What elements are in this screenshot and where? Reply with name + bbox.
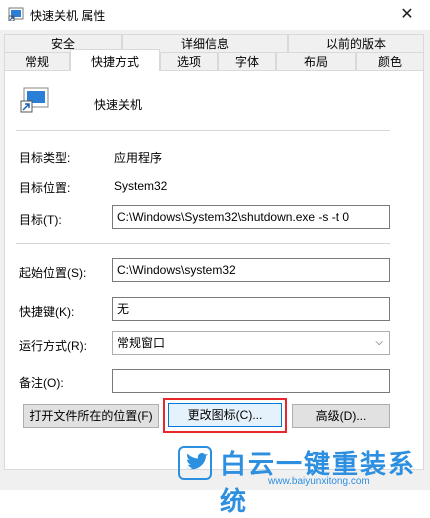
tab-row-bottom: 常规 快捷方式 选项 字体 布局 颜色: [4, 49, 424, 71]
run-select[interactable]: 常规窗口 ⌵: [112, 331, 390, 355]
chevron-down-icon: ⌵: [375, 337, 383, 348]
watermark: 白云一键重装系统 www.baiyunxitong.com: [178, 444, 430, 516]
open-file-location-button[interactable]: 打开文件所在的位置(F): [23, 404, 159, 428]
watermark-url: www.baiyunxitong.com: [268, 476, 370, 487]
close-button[interactable]: ✕: [384, 0, 430, 30]
target-label: 目标(T):: [19, 213, 62, 227]
tab-row-top: 安全 详细信息 以前的版本: [4, 34, 424, 52]
comment-label: 备注(O):: [19, 376, 64, 390]
tab-shortcut[interactable]: 快捷方式: [70, 49, 160, 71]
tab-previous-versions[interactable]: 以前的版本: [288, 34, 424, 52]
hotkey-input[interactable]: 无: [112, 297, 390, 321]
tab-font[interactable]: 字体: [218, 52, 276, 70]
window-title: 快速关机 属性: [30, 9, 106, 23]
target-input[interactable]: C:\Windows\System32\shutdown.exe -s -t 0: [112, 205, 390, 229]
run-select-value: 常规窗口: [117, 336, 166, 350]
comment-input[interactable]: [112, 369, 390, 393]
change-icon-button[interactable]: 更改图标(C)...: [168, 403, 282, 427]
tab-colors[interactable]: 颜色: [356, 52, 424, 70]
close-icon: ✕: [400, 6, 414, 23]
advanced-button[interactable]: 高级(D)...: [292, 404, 390, 428]
tab-general[interactable]: 常规: [4, 52, 70, 70]
target-location-value: System32: [114, 179, 168, 193]
start-in-label: 起始位置(S):: [19, 266, 87, 280]
bird-logo-icon: [178, 446, 212, 480]
shortcut-large-icon: [20, 87, 49, 113]
tab-options[interactable]: 选项: [160, 52, 218, 70]
separator: [16, 243, 390, 244]
run-label: 运行方式(R):: [19, 339, 87, 353]
target-type-value: 应用程序: [114, 151, 163, 165]
start-in-input[interactable]: C:\Windows\system32: [112, 258, 390, 282]
target-type-label: 目标类型:: [19, 151, 71, 165]
shortcut-name: 快速关机: [94, 98, 143, 112]
hotkey-label: 快捷键(K):: [19, 305, 75, 319]
separator: [16, 130, 390, 131]
shortcut-app-icon: [8, 7, 24, 21]
target-location-label: 目标位置:: [19, 181, 71, 195]
tab-layout[interactable]: 布局: [276, 52, 356, 70]
title-bar: 快速关机 属性 ✕: [0, 0, 430, 30]
